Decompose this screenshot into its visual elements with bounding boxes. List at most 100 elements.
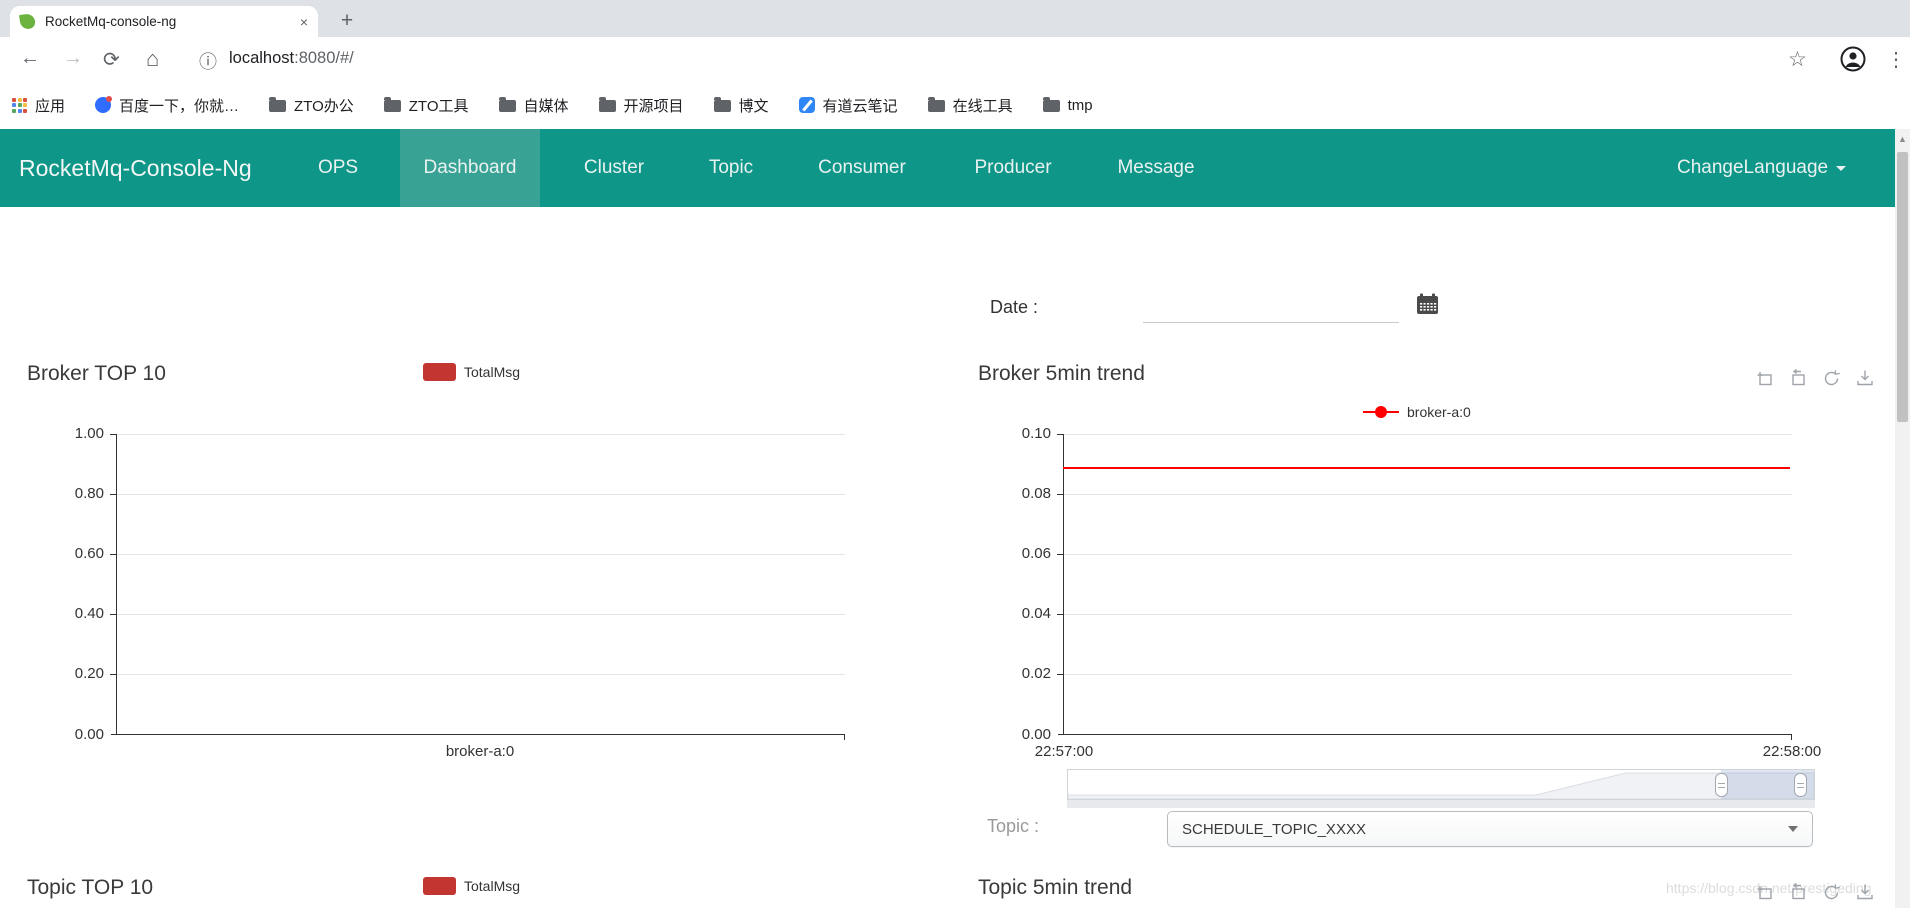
back-icon[interactable]: ←: [20, 47, 40, 70]
y-tick-label: 0.10: [1007, 425, 1051, 442]
restore-icon[interactable]: [1822, 883, 1841, 901]
bookmark-star-icon[interactable]: ☆: [1788, 47, 1807, 72]
profile-avatar-icon[interactable]: [1840, 46, 1866, 77]
broker-trend-legend[interactable]: broker-a:0: [1363, 403, 1471, 421]
y-tick: [110, 434, 116, 435]
chrome-menu-icon[interactable]: ⋮: [1886, 47, 1906, 72]
change-language-label: ChangeLanguage: [1677, 157, 1828, 179]
datazoom-handle-left[interactable]: [1715, 773, 1728, 797]
topic-select[interactable]: SCHEDULE_TOPIC_XXXX: [1167, 811, 1813, 847]
browser-tab[interactable]: RocketMq-console-ng ×: [10, 6, 318, 37]
nav-item-cluster[interactable]: Cluster: [584, 129, 644, 207]
bookmark-folder-online-tools[interactable]: 在线工具: [928, 95, 1013, 116]
y-tick-label: 0.60: [60, 545, 104, 562]
y-axis: [116, 434, 117, 735]
legend-swatch-totalmsg: [423, 877, 456, 895]
bookmark-folder-media[interactable]: 自媒体: [499, 95, 569, 116]
nav-item-consumer[interactable]: Consumer: [818, 129, 906, 207]
y-tick-label: 0.20: [60, 665, 104, 682]
gridline: [1064, 434, 1792, 435]
url-field[interactable]: localhost :8080/#/: [229, 49, 354, 68]
topic-top10-legend[interactable]: TotalMsg: [423, 877, 520, 895]
legend-line-marker: [1363, 411, 1399, 413]
y-tick: [1057, 614, 1063, 615]
y-tick: [1057, 674, 1063, 675]
chart-toolbox: [1756, 883, 1874, 901]
legend-label: TotalMsg: [464, 878, 520, 894]
nav-item-ops[interactable]: OPS: [318, 129, 358, 207]
bookmark-folder-tmp[interactable]: tmp: [1043, 97, 1093, 114]
forward-icon[interactable]: →: [63, 47, 83, 70]
zoom-select-icon[interactable]: [1756, 883, 1774, 901]
topic-select-value: SCHEDULE_TOPIC_XXXX: [1182, 821, 1366, 838]
app-brand[interactable]: RocketMq-Console-Ng: [19, 129, 252, 207]
home-icon[interactable]: ⌂: [146, 46, 159, 72]
broker-top10-title: Broker TOP 10: [27, 362, 166, 386]
datazoom-track: [1067, 800, 1815, 808]
change-language-dropdown[interactable]: ChangeLanguage: [1677, 129, 1846, 207]
datazoom-data-shadow: [1068, 770, 1814, 799]
save-image-icon[interactable]: [1856, 369, 1874, 387]
gridline: [117, 434, 845, 435]
y-tick: [1057, 494, 1063, 495]
youdao-note-icon: [799, 97, 815, 113]
legend-swatch-totalmsg: [423, 363, 456, 381]
spring-leaf-favicon-icon: [19, 13, 36, 30]
restore-icon[interactable]: [1822, 369, 1841, 387]
x-tick-label: 22:58:00: [1753, 743, 1831, 760]
y-tick: [110, 614, 116, 615]
bookmarks-bar: 应用 百度一下，你就… ZTO办公 ZTO工具 自媒体 开源项目: [0, 82, 1910, 128]
folder-icon: [499, 100, 516, 112]
y-tick-label: 0.08: [1007, 485, 1051, 502]
bookmark-folder-blog[interactable]: 博文: [714, 95, 769, 116]
y-tick-label: 0.06: [1007, 545, 1051, 562]
x-category-label: broker-a:0: [400, 743, 560, 760]
zoom-reset-icon[interactable]: [1789, 883, 1807, 901]
bookmark-folder-zto-office[interactable]: ZTO办公: [269, 95, 354, 116]
datazoom-handle-right[interactable]: [1794, 773, 1807, 797]
site-info-icon[interactable]: ⓘ: [199, 48, 217, 74]
y-tick-label: 1.00: [60, 425, 104, 442]
chevron-down-icon: [1788, 826, 1798, 832]
topic-top10-title: Topic TOP 10: [27, 876, 153, 900]
y-tick: [110, 554, 116, 555]
new-tab-button[interactable]: +: [332, 6, 362, 36]
reload-icon[interactable]: ⟳: [103, 47, 120, 72]
gridline: [117, 674, 845, 675]
bookmark-baidu[interactable]: 百度一下，你就…: [95, 95, 239, 116]
bookmark-folder-opensource[interactable]: 开源项目: [599, 95, 684, 116]
baidu-paw-icon: [95, 97, 111, 113]
datazoom-slider[interactable]: [1067, 769, 1815, 800]
bookmark-label: tmp: [1068, 97, 1093, 114]
save-image-icon[interactable]: [1856, 883, 1874, 901]
date-input[interactable]: [1143, 298, 1399, 323]
zoom-select-icon[interactable]: [1756, 369, 1774, 387]
bookmark-folder-zto-tools[interactable]: ZTO工具: [384, 95, 469, 116]
scrollbar-thumb[interactable]: [1897, 152, 1908, 422]
app-navbar: RocketMq-Console-Ng OPS Dashboard Cluste…: [0, 129, 1895, 207]
broker-top10-legend[interactable]: TotalMsg: [423, 363, 520, 381]
calendar-icon[interactable]: [1416, 293, 1439, 320]
tab-close-icon[interactable]: ×: [300, 14, 308, 30]
chart-toolbox: [1756, 369, 1874, 387]
zoom-reset-icon[interactable]: [1789, 369, 1807, 387]
tab-strip: RocketMq-console-ng × +: [0, 0, 1910, 37]
bookmark-apps[interactable]: 应用: [12, 95, 65, 116]
nav-item-label: Dashboard: [424, 157, 517, 179]
scrollbar-up-icon[interactable]: ▲: [1895, 129, 1910, 144]
y-tick: [110, 674, 116, 675]
browser-toolbar: ← → ⟳ ⌂ ⓘ localhost :8080/#/ ☆ ⋮: [0, 37, 1910, 82]
nav-item-message[interactable]: Message: [1117, 129, 1194, 207]
bookmark-label: 百度一下，你就…: [119, 95, 239, 116]
bookmark-label: 有道云笔记: [823, 95, 898, 116]
broker-trend-title: Broker 5min trend: [978, 362, 1145, 386]
y-tick-label: 0.04: [1007, 605, 1051, 622]
nav-item-dashboard[interactable]: Dashboard: [400, 129, 540, 207]
series-line-broker-a0: [1063, 467, 1790, 469]
bookmark-label: 自媒体: [524, 95, 569, 116]
bookmark-youdao[interactable]: 有道云笔记: [799, 95, 898, 116]
nav-item-producer[interactable]: Producer: [974, 129, 1051, 207]
bookmark-label: ZTO工具: [409, 95, 469, 116]
nav-item-topic[interactable]: Topic: [709, 129, 753, 207]
y-tick-label: 0.00: [60, 726, 104, 743]
